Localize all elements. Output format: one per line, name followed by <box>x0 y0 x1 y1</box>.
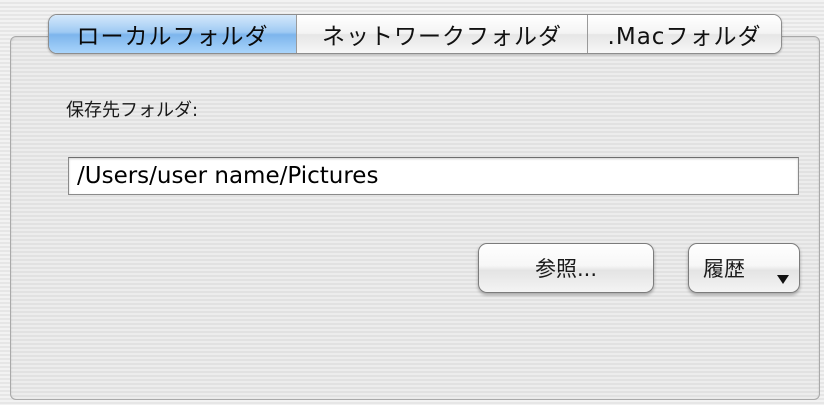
triangle-down-icon <box>777 275 789 284</box>
tab-network-folder[interactable]: ネットワークフォルダ <box>297 15 588 53</box>
browse-button[interactable]: 参照... <box>478 243 654 293</box>
destination-folder-label: 保存先フォルダ: <box>66 100 199 121</box>
browse-button-label: 参照... <box>534 257 598 281</box>
tab-mac-folder[interactable]: .Macフォルダ <box>588 15 781 53</box>
history-button-label: 履歴 <box>703 257 745 281</box>
group-box <box>10 36 820 400</box>
history-popup-button[interactable]: 履歴 <box>688 243 800 293</box>
tab-strip: ローカルフォルダ ネットワークフォルダ .Macフォルダ <box>48 14 782 54</box>
destination-path-field[interactable] <box>68 157 799 195</box>
tab-local-folder[interactable]: ローカルフォルダ <box>49 15 297 53</box>
